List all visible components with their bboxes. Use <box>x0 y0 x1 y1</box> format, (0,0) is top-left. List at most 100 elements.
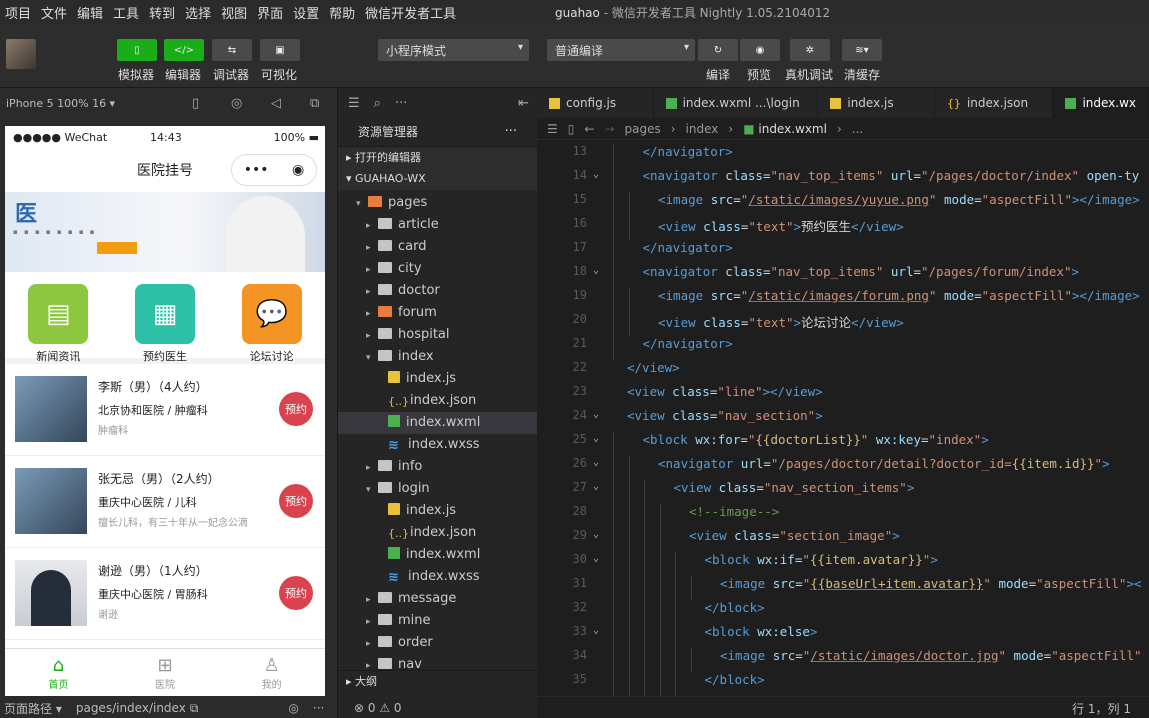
search-icon[interactable]: ⌕ <box>374 96 381 111</box>
tab-mine[interactable]: ♙ 我的 <box>227 649 317 696</box>
menu-view[interactable]: 视图 <box>216 3 252 22</box>
collapse-panel-icon[interactable]: ⇤ <box>518 96 529 111</box>
file-tree-item[interactable]: {..}index.json <box>338 522 537 544</box>
back-arrow-icon[interactable]: ← <box>584 122 594 136</box>
forward-arrow-icon[interactable]: → <box>604 122 614 136</box>
preview-button[interactable]: ◉ <box>740 39 780 61</box>
breadcrumb-item[interactable]: ■ index.wxml <box>743 122 827 136</box>
file-tree-item[interactable]: ▸ forum <box>338 302 537 324</box>
file-tree-item[interactable]: {..}index.json <box>338 390 537 412</box>
file-tree-item[interactable]: ▾ index <box>338 346 537 368</box>
file-tree-item[interactable]: ▸ doctor <box>338 280 537 302</box>
mode-select[interactable]: 小程序模式 <box>378 39 529 61</box>
fold-chevron-icon[interactable]: ⌄ <box>593 409 599 420</box>
more-icon[interactable]: ··· <box>505 118 517 146</box>
simulator-toggle-button[interactable]: ▯ <box>117 39 157 61</box>
file-tree-item[interactable]: ▸ card <box>338 236 537 258</box>
device-select[interactable]: iPhone 5 100% 16 ▾ <box>6 97 115 110</box>
file-tree-item[interactable]: ▸ mine <box>338 610 537 632</box>
file-tree-item[interactable]: index.wxml <box>338 544 537 566</box>
doctor-list-item[interactable]: 李斯（男）（4人约） 北京协和医院 / 肿瘤科 肿瘤科 预约 <box>5 364 325 456</box>
file-tree-item[interactable]: ▸ article <box>338 214 537 236</box>
menu-help[interactable]: 帮助 <box>324 3 360 22</box>
editor-tab[interactable]: index.wxml ...\login <box>654 88 819 118</box>
category-forum[interactable]: 💬 论坛讨论 <box>232 284 312 364</box>
menu-wechat-devtools[interactable]: 微信开发者工具 <box>360 3 461 22</box>
file-tree-item[interactable]: index.js <box>338 500 537 522</box>
breadcrumb-item[interactable]: ... <box>852 122 863 136</box>
breadcrumb-item[interactable]: pages <box>625 122 661 136</box>
menu-interface[interactable]: 界面 <box>252 3 288 22</box>
file-tree-item[interactable]: ▸ message <box>338 588 537 610</box>
eye-icon[interactable]: ◎ <box>288 701 298 715</box>
book-button[interactable]: 预约 <box>279 392 313 426</box>
fold-chevron-icon[interactable]: ⌄ <box>593 169 599 180</box>
editor-toggle-button[interactable]: </> <box>164 39 204 61</box>
tab-hospital[interactable]: ⊞ 医院 <box>120 649 210 696</box>
file-tree-item[interactable]: ▾ pages <box>338 192 537 214</box>
capsule-menu[interactable]: ••• ◉ <box>231 154 317 186</box>
menu-select[interactable]: 选择 <box>180 3 216 22</box>
editor-tab[interactable]: index.wx <box>1053 88 1149 118</box>
doctor-list-item[interactable]: 张无忌（男）（2人约） 重庆中心医院 / 儿科 擅长儿科，有三十年从一妃念公滴 … <box>5 456 325 548</box>
outline-section[interactable]: ▸ 大纲 <box>338 670 538 692</box>
visual-toggle-button[interactable]: ▣ <box>260 39 300 61</box>
debugger-toggle-button[interactable]: ⇆ <box>212 39 252 61</box>
compile-button[interactable]: ↻ <box>698 39 738 61</box>
file-tree-item[interactable]: ≋ index.wxss <box>338 566 537 588</box>
fold-chevron-icon[interactable]: ⌄ <box>593 529 599 540</box>
menu-goto[interactable]: 转到 <box>144 3 180 22</box>
breadcrumb-item[interactable]: index <box>686 122 719 136</box>
open-editors-section[interactable]: ▸ 打开的编辑器 <box>338 146 537 168</box>
file-tree-item[interactable]: index.js <box>338 368 537 390</box>
more-icon[interactable]: ··· <box>313 701 324 715</box>
book-button[interactable]: 预约 <box>279 484 313 518</box>
tab-home[interactable]: ⌂ 首页 <box>13 649 103 696</box>
editor-tab[interactable]: index.js <box>818 88 935 118</box>
fold-chevron-icon[interactable]: ⌄ <box>593 265 599 276</box>
fold-chevron-icon[interactable]: ⌄ <box>593 457 599 468</box>
menu-settings[interactable]: 设置 <box>288 3 324 22</box>
fold-chevron-icon[interactable]: ⌄ <box>593 481 599 492</box>
user-avatar[interactable] <box>6 39 36 69</box>
phone-icon[interactable]: ▯ <box>192 96 199 111</box>
list-icon[interactable]: ☰ <box>348 96 360 111</box>
clear-cache-button[interactable]: ≋▾ <box>842 39 882 61</box>
menu-project[interactable]: 项目 <box>0 3 36 22</box>
editor-tab[interactable]: {} index.json <box>935 88 1054 118</box>
file-tree-item[interactable]: ▾ login <box>338 478 537 500</box>
window-icon[interactable]: ⧉ <box>310 96 319 111</box>
doctor-list-item[interactable]: 谢逊（男）（1人约） 重庆中心医院 / 胃肠科 谢逊 预约 <box>5 548 325 640</box>
book-button[interactable]: 预约 <box>279 576 313 610</box>
file-tree-item[interactable]: index.wxml <box>338 412 537 434</box>
category-appointment[interactable]: ▦ 预约医生 <box>125 284 205 364</box>
project-section[interactable]: ▾ GUAHAO-WX <box>338 168 537 190</box>
copy-icon[interactable]: ⧉ <box>190 701 199 716</box>
menu-edit[interactable]: 编辑 <box>72 3 108 22</box>
fold-chevron-icon[interactable]: ⌄ <box>593 625 599 636</box>
file-tree-item[interactable]: ▸ hospital <box>338 324 537 346</box>
more-dots-icon[interactable]: ••• <box>244 162 269 178</box>
cursor-position[interactable]: 行 1，列 1 <box>1072 700 1131 717</box>
fold-chevron-icon[interactable]: ⌄ <box>593 553 599 564</box>
volume-icon[interactable]: ◁ <box>271 96 281 111</box>
menu-file[interactable]: 文件 <box>36 3 72 22</box>
file-tree-item[interactable]: ▸ info <box>338 456 537 478</box>
list-icon[interactable]: ☰ <box>547 122 558 136</box>
file-tree-item[interactable]: ▸ city <box>338 258 537 280</box>
file-tree-item[interactable]: ≋ index.wxss <box>338 434 537 456</box>
bookmark-icon[interactable]: ▯ <box>568 122 575 136</box>
close-target-icon[interactable]: ◉ <box>292 162 304 178</box>
home-banner[interactable]: 医 ▪ ▪ ▪ ▪ ▪ ▪ ▪ ▪ <box>5 192 325 272</box>
compile-mode-select[interactable]: 普通编译 <box>547 39 695 61</box>
more-icon[interactable]: ··· <box>395 96 407 111</box>
editor-tab[interactable]: config.js <box>537 88 654 118</box>
fold-chevron-icon[interactable]: ⌄ <box>593 433 599 444</box>
file-tree-item[interactable]: ▸ order <box>338 632 537 654</box>
code-area[interactable]: 13 </navigator> 14 ⌄ <navigator class="nav_t… <box>537 140 1149 696</box>
problems-indicator[interactable]: ⊗ 0 ⚠ 0 <box>338 698 538 718</box>
page-path-select[interactable]: 页面路径 ▾ <box>4 700 62 717</box>
menu-tools[interactable]: 工具 <box>108 3 144 22</box>
record-icon[interactable]: ◎ <box>231 96 242 111</box>
remote-debug-button[interactable]: ✲ <box>790 39 830 61</box>
